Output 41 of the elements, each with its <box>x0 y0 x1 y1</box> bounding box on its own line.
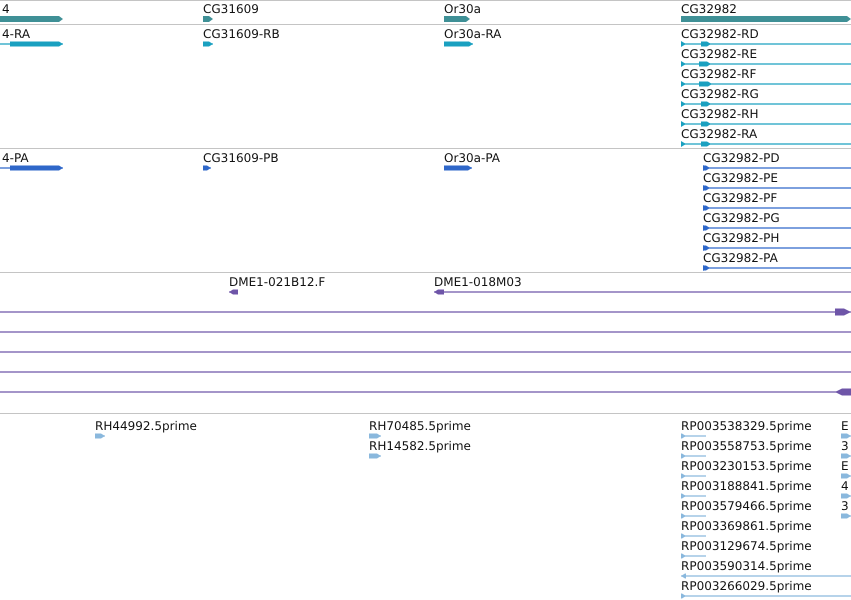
feature-label: CG32982-RF <box>681 67 756 81</box>
feature-label: RH44992.5prime <box>95 419 197 433</box>
feature-label: 4-PA <box>2 151 29 165</box>
feature-label: RP003230153.5prime <box>681 459 812 473</box>
feature-label: RH14582.5prime <box>369 439 471 453</box>
feature-label: RP003590314.5prime <box>681 559 812 573</box>
feature-label: CG32982-PE <box>703 171 778 185</box>
feature-label: Or30a-RA <box>444 27 502 41</box>
feature-label: DME1-018M03 <box>434 275 522 289</box>
feature-label: 3 <box>841 439 849 453</box>
feature-label: CG32982-PD <box>703 151 780 165</box>
feature-label: Or30a-PA <box>444 151 500 165</box>
feature-label: RP003129674.5prime <box>681 539 812 553</box>
feature-label: CG31609-RB <box>203 27 280 41</box>
feature-label: Or30a <box>444 2 482 16</box>
feature-label: RP003579466.5prime <box>681 499 812 513</box>
feature-label: CG32982-RA <box>681 127 758 141</box>
feature-label: 3 <box>841 499 849 513</box>
feature-label: 4 <box>2 2 10 16</box>
feature-label: 4 <box>841 479 849 493</box>
feature-label: RP003266029.5prime <box>681 579 812 593</box>
feature-label: CG31609 <box>203 2 259 16</box>
feature-label: CG31609-PB <box>203 151 279 165</box>
feature-label: CG32982-RH <box>681 107 759 121</box>
feature-label: RP003558753.5prime <box>681 439 812 453</box>
feature-label: 4-RA <box>2 27 30 41</box>
feature-label: CG32982-PG <box>703 211 780 225</box>
feature-label: RP003538329.5prime <box>681 419 812 433</box>
feature-label: CG32982-PF <box>703 191 778 205</box>
feature-label: CG32982-PA <box>703 251 778 265</box>
feature-label: CG32982-RG <box>681 87 759 101</box>
feature-label: E <box>841 419 849 433</box>
feature-label: CG32982-RD <box>681 27 759 41</box>
feature-label: E <box>841 459 849 473</box>
feature-label: DME1-021B12.F <box>229 275 326 289</box>
feature-label: RP003369861.5prime <box>681 519 812 533</box>
feature-label: CG32982-RE <box>681 47 758 61</box>
feature-label: RH70485.5prime <box>369 419 471 433</box>
feature-label: RP003188841.5prime <box>681 479 812 493</box>
feature-label: CG32982-PH <box>703 231 780 245</box>
feature-label: CG32982 <box>681 2 737 16</box>
